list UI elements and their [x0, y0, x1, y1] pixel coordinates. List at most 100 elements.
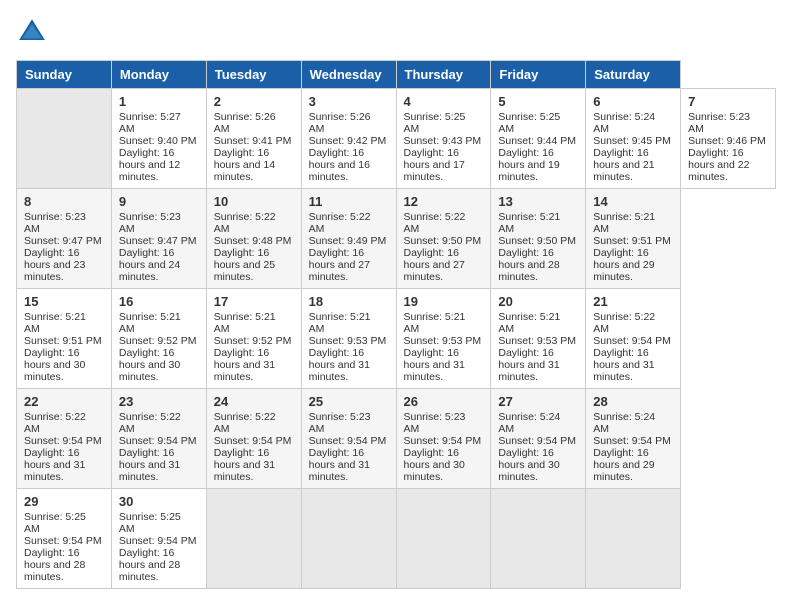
day-number: 13 — [498, 194, 578, 209]
cell-3-3: 25Sunrise: 5:23 AMSunset: 9:54 PMDayligh… — [301, 389, 396, 489]
day-number: 4 — [404, 94, 484, 109]
cell-2-5: 20 Sunrise: 5:21 AMSunset: 9:53 PMDayligh… — [491, 289, 586, 389]
cell-0-7: 7 Sunrise: 5:23 AMSunset: 9:46 PMDaylight… — [681, 89, 776, 189]
day-number: 28 — [593, 394, 673, 409]
day-info: Sunrise: 5:21 AMSunset: 9:51 PMDaylight:… — [24, 311, 102, 383]
week-row-2: 15 Sunrise: 5:21 AMSunset: 9:51 PMDayligh… — [17, 289, 776, 389]
cell-1-2: 10 Sunrise: 5:22 AMSunset: 9:48 PMDayligh… — [206, 189, 301, 289]
cell-2-6: 21 Sunrise: 5:22 AMSunset: 9:54 PMDayligh… — [586, 289, 681, 389]
day-info: Sunrise: 5:21 AMSunset: 9:53 PMDaylight:… — [309, 311, 387, 383]
day-number: 25 — [309, 394, 389, 409]
cell-1-3: 11 Sunrise: 5:22 AMSunset: 9:49 PMDayligh… — [301, 189, 396, 289]
day-info: Sunrise: 5:27 AMSunset: 9:40 PMDaylight:… — [119, 111, 197, 183]
day-number: 22 — [24, 394, 104, 409]
day-number: 16 — [119, 294, 199, 309]
cell-0-6: 6 Sunrise: 5:24 AMSunset: 9:45 PMDaylight… — [586, 89, 681, 189]
day-number: 7 — [688, 94, 768, 109]
day-number: 11 — [309, 194, 389, 209]
cell-1-6: 14 Sunrise: 5:21 AMSunset: 9:51 PMDayligh… — [586, 189, 681, 289]
day-number: 21 — [593, 294, 673, 309]
day-info: Sunrise: 5:26 AMSunset: 9:42 PMDaylight:… — [309, 111, 387, 183]
cell-4-5 — [491, 489, 586, 589]
week-row-4: 29 Sunrise: 5:25 AMSunset: 9:54 PMDayligh… — [17, 489, 776, 589]
day-info: Sunrise: 5:21 AMSunset: 9:51 PMDaylight:… — [593, 211, 671, 283]
cell-3-4: 26 Sunrise: 5:23 AMSunset: 9:54 PMDayligh… — [396, 389, 491, 489]
day-number: 18 — [309, 294, 389, 309]
cell-0-5: 5Sunrise: 5:25 AMSunset: 9:44 PMDaylight… — [491, 89, 586, 189]
cell-4-3 — [301, 489, 396, 589]
day-number: 26 — [404, 394, 484, 409]
day-number: 14 — [593, 194, 673, 209]
cell-0-2: 2 Sunrise: 5:26 AMSunset: 9:41 PMDaylight… — [206, 89, 301, 189]
day-number: 15 — [24, 294, 104, 309]
logo — [16, 16, 52, 48]
week-row-1: 8 Sunrise: 5:23 AMSunset: 9:47 PMDaylight… — [17, 189, 776, 289]
day-info: Sunrise: 5:22 AMSunset: 9:54 PMDaylight:… — [24, 411, 102, 483]
cell-3-5: 27 Sunrise: 5:24 AMSunset: 9:54 PMDayligh… — [491, 389, 586, 489]
day-info: Sunrise: 5:22 AMSunset: 9:54 PMDaylight:… — [214, 411, 292, 483]
day-info: Sunrise: 5:21 AMSunset: 9:50 PMDaylight:… — [498, 211, 576, 283]
header-thursday: Thursday — [396, 61, 491, 89]
day-number: 1 — [119, 94, 199, 109]
day-number: 12 — [404, 194, 484, 209]
day-number: 27 — [498, 394, 578, 409]
day-info: Sunrise: 5:23 AMSunset: 9:46 PMDaylight:… — [688, 111, 766, 183]
cell-0-3: 3 Sunrise: 5:26 AMSunset: 9:42 PMDaylight… — [301, 89, 396, 189]
day-number: 5 — [498, 94, 578, 109]
cell-4-0: 29 Sunrise: 5:25 AMSunset: 9:54 PMDayligh… — [17, 489, 112, 589]
cell-1-1: 9 Sunrise: 5:23 AMSunset: 9:47 PMDaylight… — [111, 189, 206, 289]
day-number: 30 — [119, 494, 199, 509]
cell-1-5: 13 Sunrise: 5:21 AMSunset: 9:50 PMDayligh… — [491, 189, 586, 289]
cell-2-3: 18 Sunrise: 5:21 AMSunset: 9:53 PMDayligh… — [301, 289, 396, 389]
cell-3-2: 24 Sunrise: 5:22 AMSunset: 9:54 PMDayligh… — [206, 389, 301, 489]
day-info: Sunrise: 5:24 AMSunset: 9:54 PMDaylight:… — [498, 411, 576, 483]
day-info: Sunrise: 5:25 AMSunset: 9:43 PMDaylight:… — [404, 111, 482, 183]
day-number: 10 — [214, 194, 294, 209]
header-friday: Friday — [491, 61, 586, 89]
day-number: 8 — [24, 194, 104, 209]
calendar-table: SundayMondayTuesdayWednesdayThursdayFrid… — [16, 60, 776, 589]
cell-2-1: 16 Sunrise: 5:21 AMSunset: 9:52 PMDayligh… — [111, 289, 206, 389]
cell-3-6: 28 Sunrise: 5:24 AMSunset: 9:54 PMDayligh… — [586, 389, 681, 489]
day-number: 2 — [214, 94, 294, 109]
day-info: Sunrise: 5:24 AMSunset: 9:45 PMDaylight:… — [593, 111, 671, 183]
day-number: 23 — [119, 394, 199, 409]
cell-0-1: 1 Sunrise: 5:27 AMSunset: 9:40 PMDaylight… — [111, 89, 206, 189]
day-info: Sunrise: 5:25 AMSunset: 9:54 PMDaylight:… — [119, 511, 197, 583]
logo-icon — [16, 16, 48, 48]
day-info: Sunrise: 5:22 AMSunset: 9:48 PMDaylight:… — [214, 211, 292, 283]
header-saturday: Saturday — [586, 61, 681, 89]
day-number: 19 — [404, 294, 484, 309]
day-info: Sunrise: 5:24 AMSunset: 9:54 PMDaylight:… — [593, 411, 671, 483]
day-number: 20 — [498, 294, 578, 309]
cell-4-4 — [396, 489, 491, 589]
header-wednesday: Wednesday — [301, 61, 396, 89]
cell-1-0: 8 Sunrise: 5:23 AMSunset: 9:47 PMDaylight… — [17, 189, 112, 289]
day-number: 29 — [24, 494, 104, 509]
day-info: Sunrise: 5:22 AMSunset: 9:54 PMDaylight:… — [593, 311, 671, 383]
week-row-3: 22 Sunrise: 5:22 AMSunset: 9:54 PMDayligh… — [17, 389, 776, 489]
cell-3-0: 22 Sunrise: 5:22 AMSunset: 9:54 PMDayligh… — [17, 389, 112, 489]
cell-2-4: 19Sunrise: 5:21 AMSunset: 9:53 PMDayligh… — [396, 289, 491, 389]
day-info: Sunrise: 5:23 AMSunset: 9:47 PMDaylight:… — [24, 211, 102, 283]
day-number: 24 — [214, 394, 294, 409]
day-info: Sunrise: 5:23 AMSunset: 9:47 PMDaylight:… — [119, 211, 197, 283]
header-monday: Monday — [111, 61, 206, 89]
day-number: 3 — [309, 94, 389, 109]
day-info: Sunrise: 5:21 AMSunset: 9:52 PMDaylight:… — [119, 311, 197, 383]
day-info: Sunrise: 5:22 AMSunset: 9:49 PMDaylight:… — [309, 211, 387, 283]
day-number: 6 — [593, 94, 673, 109]
cell-0-4: 4 Sunrise: 5:25 AMSunset: 9:43 PMDaylight… — [396, 89, 491, 189]
cell-2-2: 17Sunrise: 5:21 AMSunset: 9:52 PMDayligh… — [206, 289, 301, 389]
day-info: Sunrise: 5:21 AMSunset: 9:53 PMDaylight:… — [498, 311, 576, 383]
header-row: SundayMondayTuesdayWednesdayThursdayFrid… — [17, 61, 776, 89]
header — [16, 16, 776, 48]
week-row-0: 1 Sunrise: 5:27 AMSunset: 9:40 PMDaylight… — [17, 89, 776, 189]
day-info: Sunrise: 5:26 AMSunset: 9:41 PMDaylight:… — [214, 111, 292, 183]
day-info: Sunrise: 5:22 AMSunset: 9:50 PMDaylight:… — [404, 211, 482, 283]
day-number: 9 — [119, 194, 199, 209]
day-info: Sunrise: 5:23 AMSunset: 9:54 PMDaylight:… — [404, 411, 482, 483]
header-sunday: Sunday — [17, 61, 112, 89]
cell-4-2 — [206, 489, 301, 589]
day-info: Sunrise: 5:25 AMSunset: 9:54 PMDaylight:… — [24, 511, 102, 583]
